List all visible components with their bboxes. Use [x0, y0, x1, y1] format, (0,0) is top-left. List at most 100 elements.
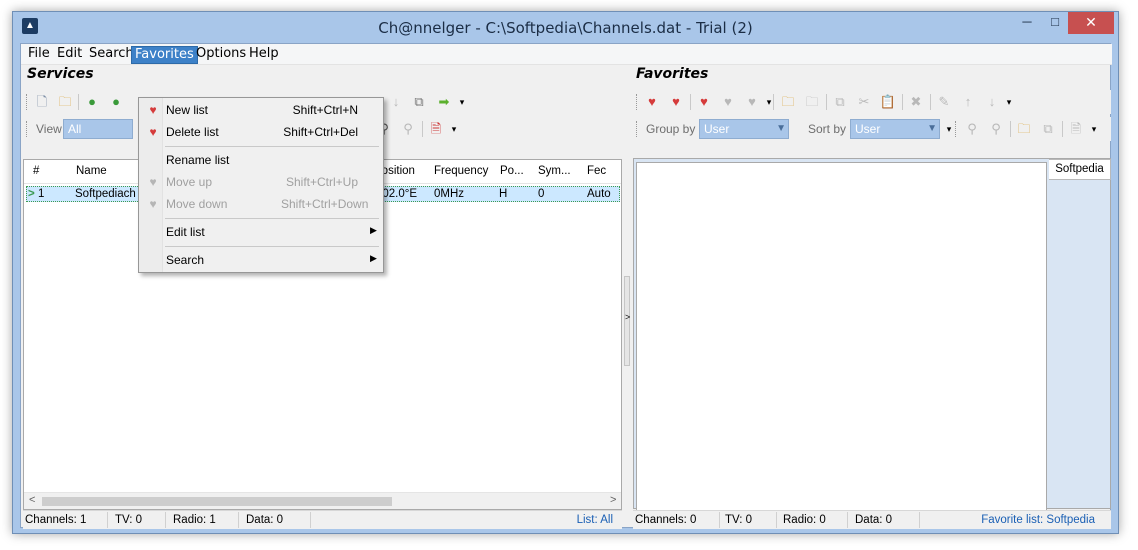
arrow-down-icon[interactable]: ↓: [387, 93, 405, 111]
find-next-icon[interactable]: ⚲: [399, 120, 417, 138]
cut-icon[interactable]: ✂: [855, 93, 873, 111]
column-header-name[interactable]: Name: [76, 165, 107, 177]
cell-polarity: H: [499, 188, 508, 200]
menu-item-shortcut: Shift+Ctrl+Up: [285, 175, 358, 189]
toolbar-dropdown-icon[interactable]: ▾: [1000, 93, 1018, 111]
column-header-symbol-rate[interactable]: Sym...: [538, 165, 571, 177]
status-separator: [107, 512, 108, 528]
group-by-combo[interactable]: User ▼: [699, 119, 789, 139]
view-combo[interactable]: All: [63, 119, 133, 139]
menu-item-label: New list: [166, 103, 209, 117]
pencil-icon[interactable]: ✎: [935, 93, 953, 111]
menu-help[interactable]: Help: [246, 46, 282, 64]
status-separator: [238, 512, 239, 528]
toolbar-separator: [773, 94, 774, 110]
menu-item-label: Move up: [166, 175, 213, 189]
print-icon[interactable]: 🗎: [1067, 120, 1085, 138]
favorites-list[interactable]: [636, 162, 1047, 512]
status-favorite-list-link[interactable]: Favorite list: Softpedia: [963, 514, 1095, 526]
menu-item-label: Delete list: [166, 125, 219, 139]
copy-icon[interactable]: ⧉: [831, 93, 849, 111]
maximize-button[interactable]: □: [1041, 12, 1069, 34]
menu-item-search[interactable]: Search ▶: [141, 249, 381, 271]
binoculars-icon[interactable]: ⚲: [963, 120, 981, 138]
toolbar-grip[interactable]: [636, 94, 639, 110]
folder-heart-icon[interactable]: 🗀: [1015, 120, 1033, 138]
heart-down-icon: ♥: [149, 197, 157, 211]
column-header-num[interactable]: #: [33, 165, 39, 177]
globe-add-icon[interactable]: ●: [107, 93, 125, 111]
folder-edit-icon[interactable]: 🗀: [803, 93, 821, 111]
sort-by-combo[interactable]: User ▼: [850, 119, 940, 139]
cell-fec: Auto: [587, 188, 611, 200]
menu-edit[interactable]: Edit: [54, 46, 85, 64]
tab-softpedia[interactable]: Softpedia: [1049, 159, 1111, 180]
delete-icon[interactable]: ✖: [907, 93, 925, 111]
toolbar-separator: [826, 94, 827, 110]
toolbar-dropdown-icon[interactable]: ▾: [1085, 120, 1103, 138]
splitter-handle[interactable]: >: [624, 276, 630, 366]
menu-item-move-up[interactable]: ♥ Move up Shift+Ctrl+Up: [141, 171, 381, 193]
arrow-right-icon[interactable]: ➡: [435, 93, 453, 111]
find-next-icon[interactable]: ⚲: [987, 120, 1005, 138]
paste-icon[interactable]: 📋: [879, 93, 897, 111]
sort-by-value: User: [855, 122, 881, 136]
submenu-arrow-icon: ▶: [370, 253, 377, 263]
toolbar-grip[interactable]: [26, 121, 29, 137]
pane-splitter[interactable]: >: [623, 66, 631, 506]
copy-icon[interactable]: ⧉: [410, 93, 428, 111]
new-file-icon[interactable]: 🗋: [33, 93, 51, 111]
menu-item-edit-list[interactable]: Edit list ▶: [141, 221, 381, 243]
column-header-fec[interactable]: Fec: [587, 165, 606, 177]
menu-favorites[interactable]: Favorites: [131, 46, 198, 64]
menu-item-delete-list[interactable]: ♥ Delete list Shift+Ctrl+Del: [141, 121, 381, 143]
chevron-down-icon: ▼: [776, 123, 786, 134]
horizontal-scrollbar[interactable]: < >: [24, 492, 621, 509]
menu-item-rename-list[interactable]: Rename list: [141, 149, 381, 171]
status-separator: [847, 512, 848, 528]
toolbar-grip[interactable]: [636, 121, 639, 137]
status-radio: Radio: 1: [173, 514, 216, 526]
sort-by-label: Sort by: [808, 122, 847, 136]
menu-search[interactable]: Search: [86, 46, 137, 64]
heart-delete-icon[interactable]: ♥: [667, 93, 685, 111]
folder-copy-icon[interactable]: ⧉: [1039, 120, 1057, 138]
menu-item-label: Move down: [166, 197, 228, 211]
heart-edit-icon[interactable]: ♥: [695, 93, 713, 111]
toolbar-dropdown-icon[interactable]: ▾: [760, 93, 778, 111]
menu-item-new-list[interactable]: ♥ New list Shift+Ctrl+N: [141, 99, 381, 121]
arrow-up-icon[interactable]: ↑: [959, 93, 977, 111]
document-icon[interactable]: 🗎: [427, 120, 445, 138]
close-button[interactable]: ✕: [1068, 12, 1114, 34]
menu-item-shortcut: Shift+Ctrl+N: [292, 103, 358, 117]
column-header-polarity[interactable]: Po...: [500, 165, 524, 177]
menu-file[interactable]: File: [25, 46, 53, 64]
menu-options[interactable]: Options: [193, 46, 249, 64]
globe-icon[interactable]: ●: [83, 93, 101, 111]
status-list-link[interactable]: List: All: [523, 514, 613, 526]
toolbar-separator: [690, 94, 691, 110]
scroll-left-icon[interactable]: <: [29, 494, 35, 506]
arrow-down-icon[interactable]: ↓: [983, 93, 1001, 111]
toolbar-grip[interactable]: [955, 121, 958, 137]
toolbar-grip[interactable]: [26, 94, 29, 110]
toolbar-dropdown-icon[interactable]: ▾: [453, 93, 471, 111]
column-header-frequency[interactable]: Frequency: [434, 165, 488, 177]
heart-add-icon: ♥: [149, 103, 157, 117]
minimize-button[interactable]: ─: [1013, 12, 1041, 34]
scroll-right-icon[interactable]: >: [610, 494, 616, 506]
status-data: Data: 0: [855, 514, 893, 526]
heart-up-icon: ♥: [149, 175, 157, 189]
toolbar-separator: [78, 94, 79, 110]
status-data: Data: 0: [246, 514, 284, 526]
heart-up-icon[interactable]: ♥: [719, 93, 737, 111]
menu-item-label: Search: [166, 253, 205, 267]
heart-add-icon[interactable]: ♥: [643, 93, 661, 111]
heart-down-icon[interactable]: ♥: [743, 93, 761, 111]
title-bar[interactable]: ▲ Ch@nnelger - C:\Softpedia\Channels.dat…: [13, 12, 1118, 43]
toolbar-dropdown-icon[interactable]: ▾: [445, 120, 463, 138]
menu-item-move-down[interactable]: ♥ Move down Shift+Ctrl+Down: [141, 193, 381, 215]
open-folder-icon[interactable]: 🗀: [56, 93, 74, 111]
scroll-thumb[interactable]: [42, 497, 392, 506]
folder-add-icon[interactable]: 🗀: [779, 93, 797, 111]
